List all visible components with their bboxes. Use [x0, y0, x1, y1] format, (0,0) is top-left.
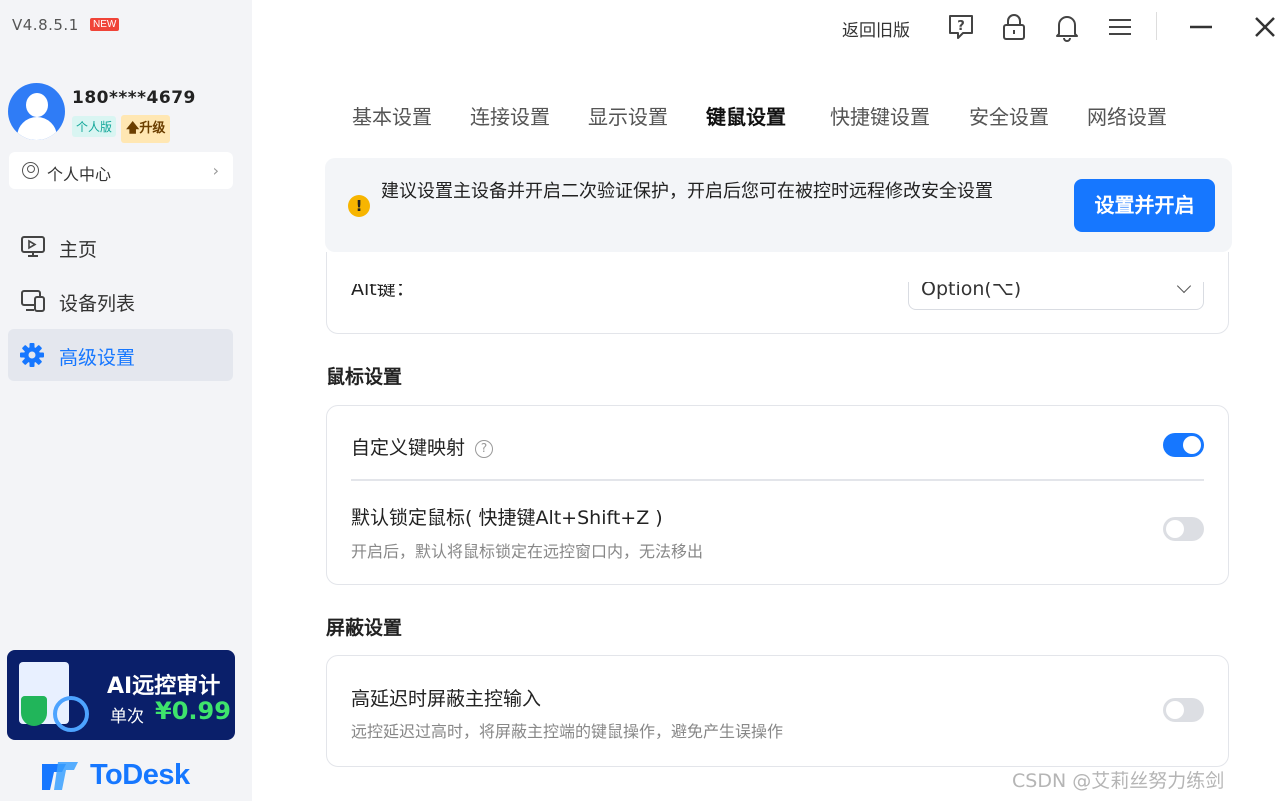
ai-audit-promo-banner[interactable]: AI远控审计 单次 ¥0.99	[7, 650, 235, 740]
minimize-icon[interactable]	[1186, 12, 1216, 42]
toggle-knob	[1166, 701, 1184, 719]
custom-key-mapping-toggle[interactable]	[1163, 433, 1204, 457]
svg-text:?: ?	[957, 19, 965, 34]
toggle-knob	[1166, 520, 1184, 538]
promo-price: ¥0.99	[155, 697, 231, 725]
gear-icon	[20, 343, 44, 367]
mouse-settings-title: 鼠标设置	[326, 366, 403, 388]
user-phone: 180****4679	[72, 88, 196, 108]
chevron-right-icon: ›	[212, 161, 219, 180]
promo-price-label: 单次	[110, 707, 144, 727]
sidebar: V4.8.5.1 NEW 180****4679 个人版 🡅升级 个人中心 › …	[0, 0, 252, 801]
block-input-on-latency-description: 远控延迟过高时，将屏蔽主控端的键鼠操作，避免产生误操作	[351, 722, 784, 741]
alt-key-label: Alt键：	[351, 278, 415, 300]
sidebar-item-advanced-settings[interactable]: 高级设置	[8, 329, 233, 381]
lock-icon[interactable]	[999, 12, 1029, 42]
tab-shortcut-settings[interactable]: 快捷键设置	[830, 101, 930, 130]
tab-connection-settings[interactable]: 连接设置	[470, 101, 550, 130]
topbar-divider	[1156, 12, 1157, 40]
alt-key-mapping-select[interactable]: Option(⌥)	[908, 278, 1204, 310]
tier-badge: 个人版	[72, 116, 117, 137]
chevron-down-icon	[1176, 282, 1192, 294]
upgrade-button[interactable]: 🡅升级	[121, 115, 171, 143]
menu-icon[interactable]	[1105, 12, 1135, 42]
personal-center-button[interactable]: 个人中心 ›	[9, 152, 233, 189]
tab-network-settings[interactable]: 网络设置	[1087, 101, 1167, 130]
lock-mouse-label: 默认锁定鼠标( 快捷键Alt+Shift+Z )	[351, 507, 663, 529]
sidebar-item-home[interactable]: 主页	[8, 221, 233, 273]
block-input-on-latency-toggle[interactable]	[1163, 698, 1204, 722]
help-icon[interactable]: ?	[946, 12, 976, 42]
brand-name: ToDesk	[90, 759, 190, 791]
sidebar-item-devices[interactable]: 设备列表	[8, 275, 233, 327]
shield-check-icon	[21, 696, 47, 726]
new-badge: NEW	[90, 18, 120, 31]
monitor-icon	[21, 236, 45, 257]
setup-and-enable-button[interactable]: 设置并开启	[1074, 179, 1215, 232]
block-settings-card: 高延迟时屏蔽主控输入 远控延迟过高时，将屏蔽主控端的键鼠操作，避免产生误操作	[326, 655, 1229, 767]
custom-key-mapping-label: 自定义键映射?	[351, 433, 494, 460]
personal-center-label: 个人中心	[47, 165, 112, 184]
sidebar-item-label: 高级设置	[59, 347, 136, 369]
lock-mouse-description: 开启后，默认将鼠标锁定在远控窗口内，无法移出	[351, 542, 704, 561]
devices-icon	[21, 290, 45, 312]
mouse-settings-card: 自定义键映射? 默认锁定鼠标( 快捷键Alt+Shift+Z ) 开启后，默认将…	[326, 405, 1229, 585]
tab-keyboard-mouse-settings[interactable]: 键鼠设置	[706, 101, 786, 130]
alt-key-mapping-value: Option(⌥)	[921, 278, 1022, 300]
row-divider	[351, 479, 1204, 481]
question-circle-icon[interactable]: ?	[475, 439, 494, 458]
block-input-on-latency-label: 高延迟时屏蔽主控输入	[351, 688, 542, 710]
keyboard-settings-card: Alt键： Option(⌥)	[326, 252, 1229, 334]
avatar-head	[26, 93, 48, 117]
warning-icon: !	[348, 195, 370, 217]
tab-display-settings[interactable]: 显示设置	[588, 101, 668, 130]
security-alert-banner: ! 建议设置主设备并开启二次验证保护，开启后您可在被控时远程修改安全设置 设置并…	[325, 158, 1232, 252]
alert-text: 建议设置主设备并开启二次验证保护，开启后您可在被控时远程修改安全设置	[381, 181, 993, 202]
toggle-knob	[1183, 436, 1201, 454]
lock-mouse-toggle[interactable]	[1163, 517, 1204, 541]
user-circle-icon	[22, 162, 39, 179]
sidebar-item-label: 主页	[59, 239, 98, 261]
close-icon[interactable]	[1250, 12, 1280, 42]
todesk-logo-icon	[42, 762, 78, 790]
avatar-body	[17, 117, 57, 140]
sidebar-item-label: 设备列表	[59, 293, 136, 315]
avatar[interactable]	[8, 83, 65, 140]
app-version: V4.8.5.1	[12, 16, 79, 34]
tab-basic-settings[interactable]: 基本设置	[352, 101, 432, 130]
tab-security-settings[interactable]: 安全设置	[969, 101, 1049, 130]
block-settings-title: 屏蔽设置	[326, 617, 403, 639]
bell-icon[interactable]	[1052, 12, 1082, 42]
watermark: CSDN @艾莉丝努力练剑	[1012, 770, 1225, 792]
back-to-old-version-link[interactable]: 返回旧版	[842, 16, 910, 41]
custom-key-mapping-text: 自定义键映射	[351, 437, 466, 459]
promo-title: AI远控审计	[107, 674, 221, 699]
